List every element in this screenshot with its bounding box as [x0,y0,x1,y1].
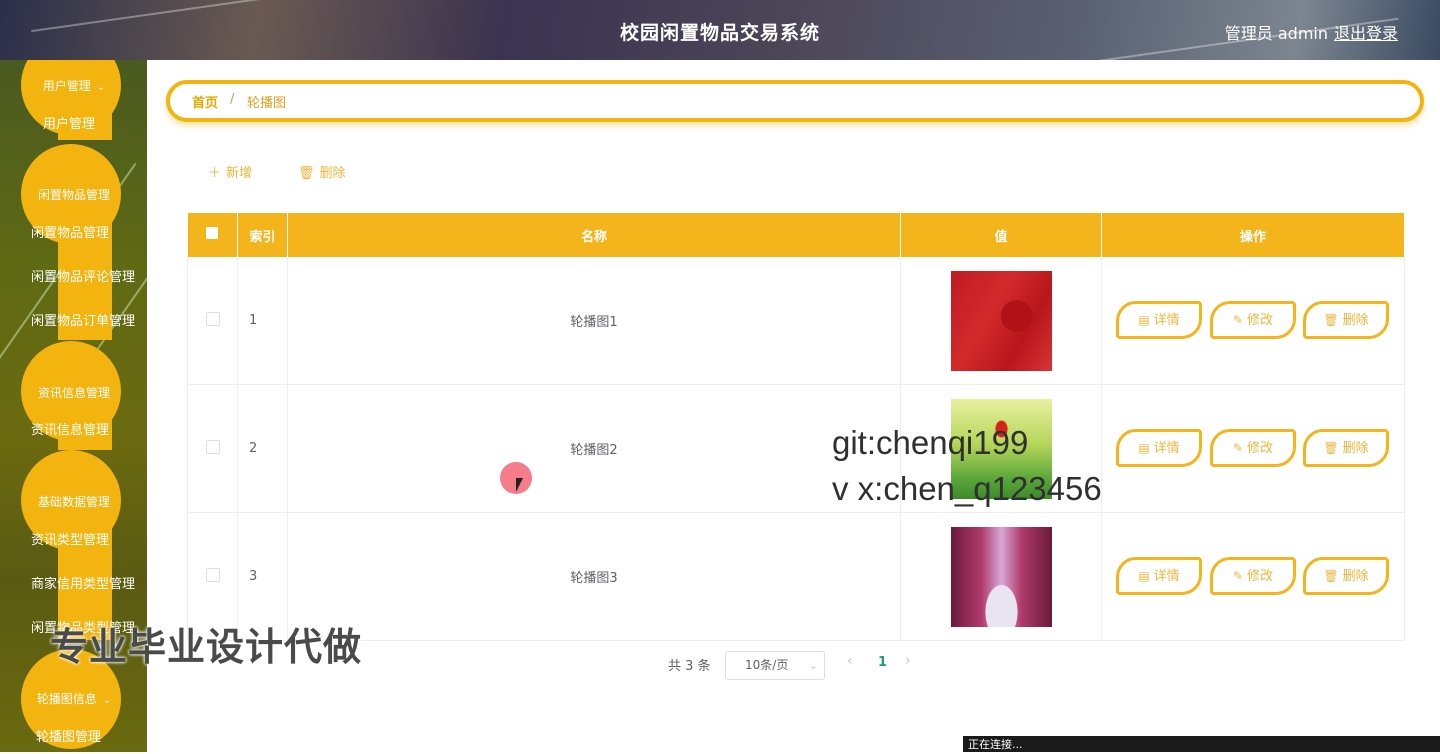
current-user: 管理员 admin [1224,24,1328,43]
breadcrumb-current: 轮播图 [247,96,287,111]
chevron-down-icon: ⌄ [96,82,106,93]
column-header-value: 值 [900,213,1102,257]
document-icon: ▤ [1138,569,1150,583]
add-button[interactable]: ＋ 新增 [208,162,252,181]
chevron-down-icon: ⌄ [808,659,818,672]
row-checkbox[interactable] [205,567,220,582]
delete-button[interactable]: 🗑 删除 [1303,301,1389,339]
row-actions-cell: ▤ 详情 ✎ 修改 🗑 删除 [1101,257,1405,385]
detail-button[interactable]: ▤ 详情 [1116,557,1202,595]
chevron-down-icon: ⌄ [102,695,112,706]
document-icon: ▤ [1138,441,1150,455]
row-select-cell [187,384,238,513]
breadcrumb-home[interactable]: 首页 [192,92,218,111]
trash-icon: 🗑 [1323,441,1339,455]
delete-label: 删除 [1342,441,1369,456]
sidebar-item-idle-comments[interactable]: 闲置物品评论管理 [31,266,135,285]
carousel-image-thumbnail[interactable] [950,270,1052,371]
edit-button[interactable]: ✎ 修改 [1210,301,1296,339]
column-header-index: 索引 [237,213,288,257]
table-row: 3 轮播图3 ▤ 详情 ✎ 修改 🗑 删除 [187,512,1405,641]
menu-group-label: 用户管理 [42,79,91,93]
row-value-cell [900,512,1102,641]
trash-icon: 🗑 [298,166,315,181]
detail-button[interactable]: ▤ 详情 [1116,429,1202,467]
page-size-value: 10条/页 [745,658,789,672]
page-size-select[interactable]: 10条/页 ⌄ [725,651,825,680]
detail-label: 详情 [1153,313,1180,328]
edit-label: 修改 [1247,569,1274,584]
edit-label: 修改 [1247,441,1274,456]
row-index: 2 [237,384,288,513]
edit-button[interactable]: ✎ 修改 [1210,557,1296,595]
breadcrumb: 首页 / 轮播图 [166,80,1424,122]
sidebar-item-carousel[interactable]: 轮播图管理 [36,726,101,745]
mouse-pointer-icon [516,478,523,492]
row-checkbox[interactable] [205,311,220,326]
sidebar-item-credit-type[interactable]: 商家信用类型管理 [31,573,135,592]
row-actions-cell: ▤ 详情 ✎ 修改 🗑 删除 [1101,512,1405,641]
delete-label: 删除 [1342,313,1369,328]
menu-group-user[interactable]: 用户管理 ⌄ [24,77,124,94]
batch-delete-button[interactable]: 🗑 删除 [298,162,346,181]
row-name: 轮播图1 [287,257,901,385]
add-label: 新增 [226,166,253,181]
pencil-icon: ✎ [1232,441,1244,455]
sidebar-item-idle-orders[interactable]: 闲置物品订单管理 [31,310,135,329]
select-all-cell[interactable] [187,213,238,257]
row-value-cell [900,257,1102,385]
promo-watermark: 专业毕业设计代做 [50,625,363,669]
pencil-icon: ✎ [1232,313,1244,327]
trash-icon: 🗑 [1323,313,1339,327]
sidebar-item-news-type[interactable]: 资讯类型管理 [31,529,109,548]
row-name: 轮播图3 [287,512,901,641]
row-name: 轮播图2 [287,384,901,513]
row-actions-cell: ▤ 详情 ✎ 修改 🗑 删除 [1101,384,1405,513]
sidebar-item-idle-items[interactable]: 闲置物品管理 [31,222,109,241]
menu-group-label: 轮播图信息 [36,692,97,706]
logout-link[interactable]: 退出登录 [1334,20,1398,44]
next-page-button[interactable]: › [905,653,911,669]
row-select-cell [187,257,238,385]
delete-label: 删除 [1342,569,1369,584]
edit-label: 修改 [1247,313,1274,328]
edit-button[interactable]: ✎ 修改 [1210,429,1296,467]
delete-button[interactable]: 🗑 删除 [1303,429,1389,467]
detail-label: 详情 [1153,441,1180,456]
table-row: 1 轮播图1 ▤ 详情 ✎ 修改 🗑 删除 [187,257,1405,385]
row-index: 1 [237,257,288,385]
detail-button[interactable]: ▤ 详情 [1116,301,1202,339]
connection-status: 正在连接... [963,736,1440,752]
table-row: 2 轮播图2 ▤ 详情 ✎ 修改 🗑 删除 [187,384,1405,513]
sidebar-item-user[interactable]: 用户管理 [43,113,95,132]
delete-button[interactable]: 🗑 删除 [1303,557,1389,595]
table-header-row: 索引 名称 值 操作 [187,213,1405,257]
column-header-actions: 操作 [1101,213,1405,257]
delete-label: 删除 [319,166,346,181]
top-header: 校园闲置物品交易系统 管理员 admin 退出登录 [0,0,1440,60]
menu-group-idle-items[interactable]: 闲置物品管理 [24,186,124,203]
plus-icon: ＋ [208,166,222,181]
menu-group-news[interactable]: 资讯信息管理 [24,384,124,401]
detail-label: 详情 [1153,569,1180,584]
trash-icon: 🗑 [1323,569,1339,583]
breadcrumb-separator: / [230,92,235,107]
prev-page-button[interactable]: ‹ [847,653,853,669]
row-checkbox[interactable] [205,439,220,454]
page-number-current[interactable]: 1 [878,655,887,670]
document-icon: ▤ [1138,313,1150,327]
select-all-checkbox[interactable] [206,227,219,239]
menu-group-base-data[interactable]: 基础数据管理 [24,493,124,510]
column-header-name: 名称 [287,213,901,257]
watermark-git: git:chenqi199 [832,424,1029,461]
pencil-icon: ✎ [1232,569,1244,583]
carousel-table: 索引 名称 值 操作 1 轮播图1 ▤ 详情 ✎ 修改 🗑 删除 2 轮播图2 ▤ 详情… [187,213,1405,641]
carousel-image-thumbnail[interactable] [950,526,1052,627]
pagination-total: 共 3 条 [668,659,711,674]
watermark-contact: v x:chen_q123456 [832,470,1102,507]
menu-group-carousel[interactable]: 轮播图信息 ⌄ [24,690,124,707]
sidebar-item-news[interactable]: 资讯信息管理 [31,419,109,438]
